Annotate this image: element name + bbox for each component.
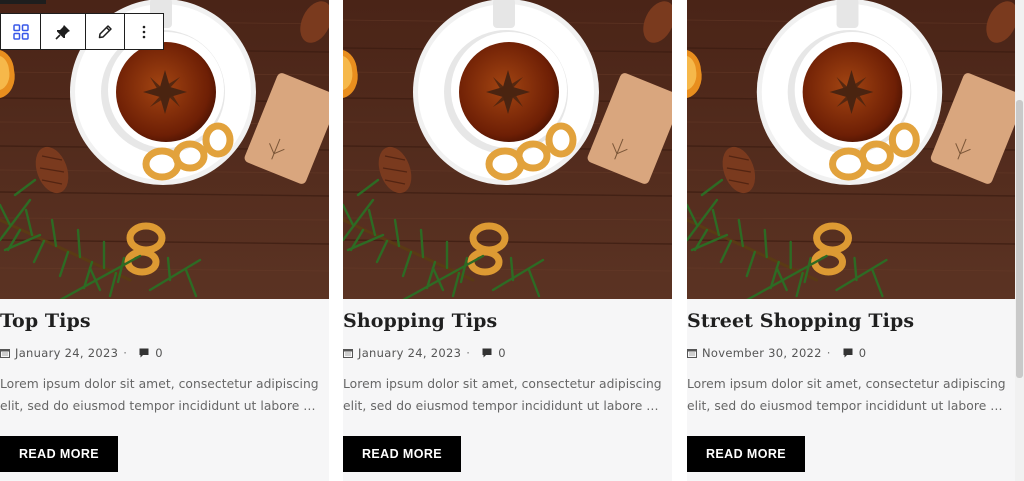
meta-separator: ·: [826, 346, 831, 360]
comment-icon: [139, 348, 149, 358]
post-date[interactable]: January 24, 2023: [358, 346, 461, 360]
post-meta: January 24, 2023 · 0: [343, 346, 506, 360]
post-thumbnail[interactable]: [343, 0, 672, 299]
pin-button[interactable]: [41, 14, 86, 49]
post-card: Top Tips January 24, 2023 · 0 Lorem ipsu…: [0, 0, 329, 481]
pencil-icon: [98, 24, 112, 38]
comment-icon: [482, 348, 492, 358]
comment-icon: [843, 348, 853, 358]
post-meta: January 24, 2023 · 0: [0, 346, 163, 360]
calendar-icon: [687, 349, 697, 358]
editor-top-strip: [0, 0, 46, 4]
scrollbar-thumb[interactable]: [1016, 100, 1023, 378]
block-type-button[interactable]: [1, 14, 41, 49]
tea-photo-image: [343, 0, 672, 299]
post-thumbnail[interactable]: [687, 0, 1015, 299]
post-title[interactable]: Shopping Tips: [343, 310, 497, 332]
posts-grid: Top Tips January 24, 2023 · 0 Lorem ipsu…: [0, 0, 1024, 481]
comment-count[interactable]: 0: [859, 346, 867, 360]
post-excerpt: Lorem ipsum dolor sit amet, consectetur …: [0, 377, 319, 413]
grid-view-icon: [12, 23, 29, 40]
meta-separator: ·: [466, 346, 471, 360]
post-meta: November 30, 2022 · 0: [687, 346, 866, 360]
meta-separator: ·: [123, 346, 128, 360]
post-date[interactable]: November 30, 2022: [702, 346, 822, 360]
post-excerpt: Lorem ipsum dolor sit amet, consectetur …: [343, 377, 662, 413]
post-excerpt: Lorem ipsum dolor sit amet, consectetur …: [687, 377, 1006, 413]
comment-count[interactable]: 0: [155, 346, 163, 360]
post-title[interactable]: Top Tips: [0, 310, 91, 332]
more-vertical-icon: [142, 25, 146, 38]
post-card: Street Shopping Tips November 30, 2022 ·…: [687, 0, 1015, 481]
post-title[interactable]: Street Shopping Tips: [687, 310, 914, 332]
post-date[interactable]: January 24, 2023: [15, 346, 118, 360]
calendar-icon: [0, 349, 10, 358]
more-options-button[interactable]: [125, 14, 163, 49]
scrollbar[interactable]: [1015, 0, 1024, 481]
post-card: Shopping Tips January 24, 2023 · 0 Lorem…: [343, 0, 672, 481]
read-more-button[interactable]: READ MORE: [687, 436, 805, 472]
pin-icon: [55, 24, 70, 40]
tea-photo-image: [687, 0, 1015, 299]
read-more-button[interactable]: READ MORE: [0, 436, 118, 472]
read-more-button[interactable]: READ MORE: [343, 436, 461, 472]
block-toolbar: [0, 13, 164, 50]
calendar-icon: [343, 349, 353, 358]
comment-count[interactable]: 0: [498, 346, 506, 360]
edit-button[interactable]: [86, 14, 125, 49]
